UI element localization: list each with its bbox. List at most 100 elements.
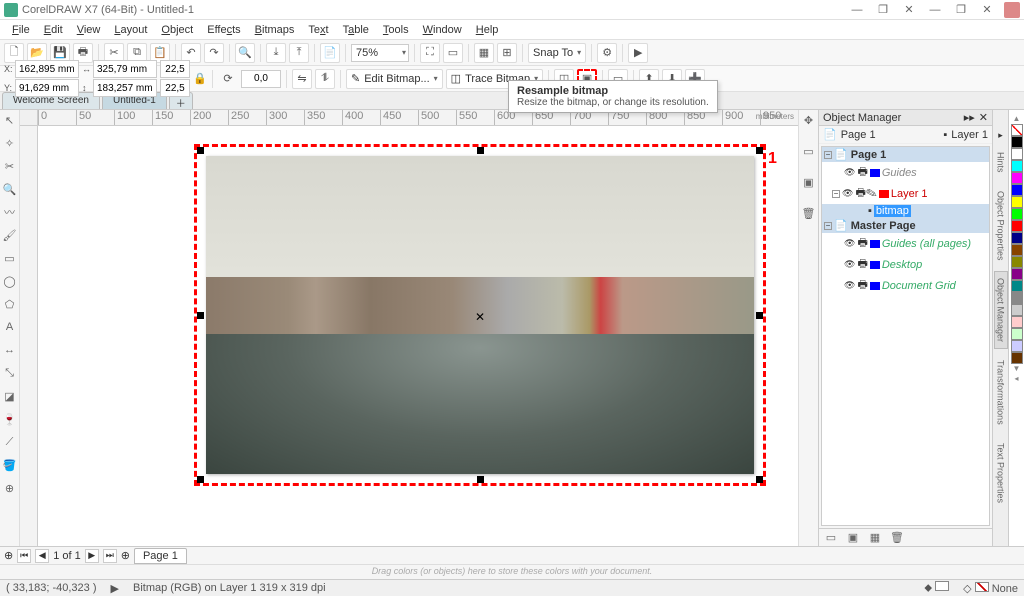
prev-page-button[interactable]: ◀ <box>35 549 49 563</box>
ruler-origin[interactable] <box>20 110 38 126</box>
transparency-tool[interactable]: 🍷 <box>2 411 18 427</box>
dock-tab-object-manager[interactable]: Object Manager <box>994 271 1008 349</box>
fill-indicator[interactable]: ⬥ <box>924 581 949 595</box>
interactive-fill-tool[interactable]: 🪣 <box>2 457 18 473</box>
rectangle-tool[interactable]: ▭ <box>2 250 18 266</box>
palette-color[interactable] <box>1011 352 1023 364</box>
new-master-layer-button[interactable]: ▣ <box>845 530 861 546</box>
palette-no-color[interactable] <box>1011 124 1023 136</box>
palette-scroll-down-icon[interactable]: ▼ <box>1013 364 1021 374</box>
scale-x-input[interactable] <box>160 60 190 78</box>
menu-text[interactable]: Text <box>302 22 334 38</box>
handle-bottom-middle[interactable] <box>477 476 484 483</box>
menu-effects[interactable]: Effects <box>201 22 246 38</box>
canvas[interactable]: 0501001502002503003504004505005506006507… <box>20 110 798 546</box>
handle-middle-right[interactable] <box>756 312 763 319</box>
new-layer-button[interactable]: ▭ <box>823 530 839 546</box>
mirror-horizontal-button[interactable]: ⇋ <box>292 69 312 89</box>
user-account-icon[interactable] <box>1004 2 1020 18</box>
zoom-tool[interactable]: 🔍 <box>2 181 18 197</box>
shape-tool[interactable]: ✧ <box>2 135 18 151</box>
eyedropper-tool[interactable]: ⟋ <box>2 434 18 450</box>
restore-button[interactable]: ❐ <box>874 3 892 17</box>
handle-bottom-right[interactable] <box>756 476 763 483</box>
menu-view[interactable]: View <box>71 22 107 38</box>
y-position-input[interactable] <box>15 79 79 97</box>
palette-scroll-up-icon[interactable]: ▲ <box>1013 114 1021 124</box>
new-master-layer-all-button[interactable]: ▦ <box>867 530 883 546</box>
collapse-icon[interactable]: − <box>832 190 840 198</box>
menu-file[interactable]: File <box>6 22 36 38</box>
export-button[interactable]: ⤒ <box>289 43 309 63</box>
selected-bitmap[interactable]: ✕ <box>200 150 760 480</box>
show-guides-button[interactable]: ⊞ <box>497 43 517 63</box>
polygon-tool[interactable]: ⬠ <box>2 296 18 312</box>
palette-color[interactable] <box>1011 160 1023 172</box>
palette-color[interactable] <box>1011 292 1023 304</box>
dock-tab-transformations[interactable]: Transformations <box>994 353 1008 432</box>
dock-tab-hints[interactable]: Hints <box>994 145 1008 180</box>
add-page-icon[interactable]: ⊕ <box>4 549 13 562</box>
first-page-button[interactable]: ⏮ <box>17 549 31 563</box>
palette-color[interactable] <box>1011 244 1023 256</box>
last-page-button[interactable]: ⏭ <box>103 549 117 563</box>
selection-center-icon[interactable]: ✕ <box>475 310 485 320</box>
width-input[interactable] <box>93 60 157 78</box>
palette-color[interactable] <box>1011 220 1023 232</box>
palette-color[interactable] <box>1011 340 1023 352</box>
handle-top-middle[interactable] <box>477 147 484 154</box>
ellipse-tool[interactable]: ◯ <box>2 273 18 289</box>
outline-indicator[interactable]: ◇ None <box>963 582 1018 595</box>
palette-color[interactable] <box>1011 208 1023 220</box>
handle-bottom-left[interactable] <box>197 476 204 483</box>
close-window-button[interactable]: ✕ <box>900 3 918 17</box>
scale-y-input[interactable] <box>160 79 190 97</box>
redo-button[interactable]: ↷ <box>204 43 224 63</box>
menu-bitmaps[interactable]: Bitmaps <box>249 22 301 38</box>
doc-minimize-button[interactable]: — <box>926 3 944 17</box>
lock-ratio-icon[interactable]: 🔒 <box>193 72 207 86</box>
handle-top-left[interactable] <box>197 147 204 154</box>
handle-middle-left[interactable] <box>197 312 204 319</box>
palette-color[interactable] <box>1011 148 1023 160</box>
menu-window[interactable]: Window <box>417 22 468 38</box>
docker-expand-icon[interactable]: ▸ <box>998 130 1003 141</box>
palette-color[interactable] <box>1011 184 1023 196</box>
palette-color[interactable] <box>1011 316 1023 328</box>
launch-app-button[interactable]: ▶ <box>628 43 648 63</box>
doc-close-button[interactable]: ✕ <box>978 3 996 17</box>
next-page-button[interactable]: ▶ <box>85 549 99 563</box>
palette-color[interactable] <box>1011 136 1023 148</box>
artistic-media-tool[interactable]: 🖌 <box>2 227 18 243</box>
show-grid-button[interactable]: ▦ <box>474 43 494 63</box>
fullscreen-button[interactable]: ⛶ <box>420 43 440 63</box>
palette-color[interactable] <box>1011 280 1023 292</box>
edit-bitmap-button[interactable]: ✎ Edit Bitmap... <box>346 69 443 89</box>
rotation-input[interactable] <box>241 70 281 88</box>
import-button[interactable]: ⤓ <box>266 43 286 63</box>
palette-flyout-icon[interactable]: ◂ <box>1014 374 1018 384</box>
delete-layer-icon[interactable]: 🗑 <box>801 205 817 221</box>
search-content-button[interactable]: 🔍 <box>235 43 255 63</box>
dock-tab-object-properties[interactable]: Object Properties <box>994 184 1008 268</box>
height-input[interactable] <box>93 79 157 97</box>
show-rulers-button[interactable]: ▭ <box>443 43 463 63</box>
nav-icon[interactable]: ▶ <box>111 582 119 595</box>
dock-tab-text-properties[interactable]: Text Properties <box>994 436 1008 510</box>
collapse-icon[interactable]: − <box>824 222 832 230</box>
palette-color[interactable] <box>1011 268 1023 280</box>
palette-color[interactable] <box>1011 328 1023 340</box>
collapse-icon[interactable]: − <box>824 151 832 159</box>
menu-help[interactable]: Help <box>470 22 505 38</box>
drop-shadow-tool[interactable]: ◪ <box>2 388 18 404</box>
smart-fill-tool[interactable]: ⊕ <box>2 480 18 496</box>
publish-pdf-button[interactable]: 📄 <box>320 43 340 63</box>
tree-item-bitmap[interactable]: ▪ bitmap <box>822 204 989 218</box>
handle-top-right[interactable] <box>756 147 763 154</box>
menu-table[interactable]: Table <box>337 22 375 38</box>
parallel-dimension-tool[interactable]: ↔ <box>2 342 18 358</box>
connector-tool[interactable]: ⤡ <box>2 365 18 381</box>
new-layer-icon[interactable]: ▭ <box>801 143 817 159</box>
palette-color[interactable] <box>1011 256 1023 268</box>
document-palette-hint[interactable]: Drag colors (or objects) here to store t… <box>0 564 1024 579</box>
